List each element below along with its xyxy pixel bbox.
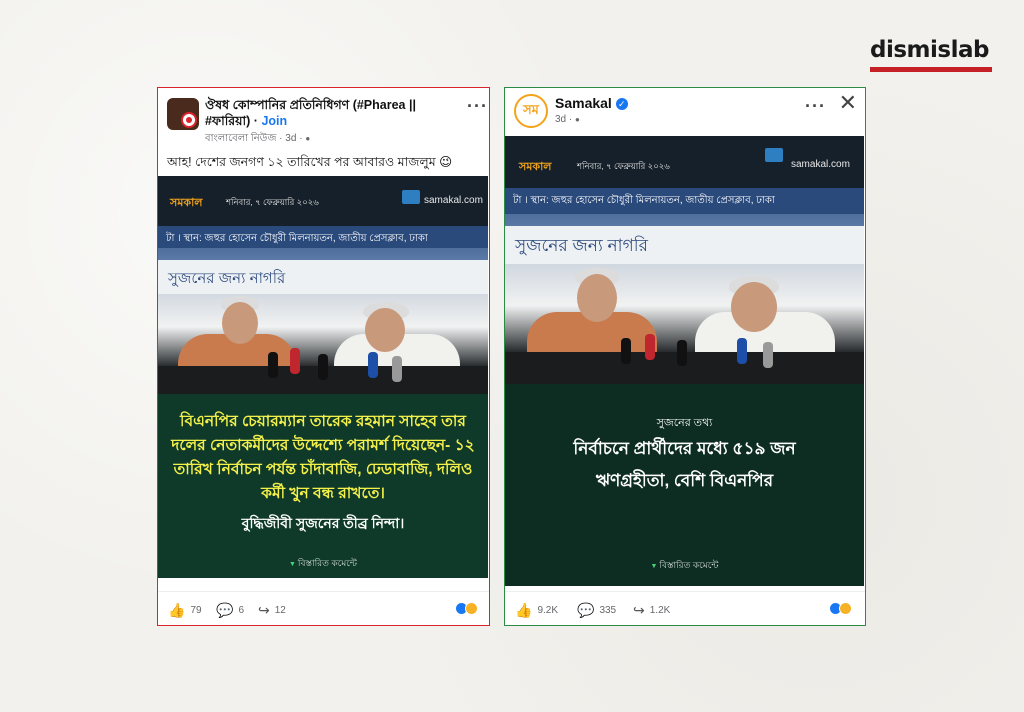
- group-name[interactable]: ঔষধ কোম্পানির প্রতিনিধিগণ (#Pharea || #ফ…: [205, 97, 455, 129]
- reaction-emojis[interactable]: [829, 602, 852, 615]
- microphone: [621, 338, 631, 364]
- reaction-bar: 👍 9.2K 💬 335 ↪ 1.2K: [505, 591, 865, 625]
- close-icon[interactable]: ✕: [839, 90, 857, 116]
- image-site: samakal.com: [424, 195, 483, 206]
- banner-title: সুজনের জন্য নাগরি: [158, 260, 488, 294]
- page-name[interactable]: Samakal ✓: [555, 95, 628, 111]
- post-time[interactable]: 3d: [285, 133, 296, 144]
- comment-button[interactable]: 💬 6: [216, 602, 244, 619]
- page-name-text[interactable]: Samakal: [555, 95, 612, 111]
- like-count: 9.2K: [537, 605, 559, 616]
- logo-text: dismislab: [870, 37, 989, 63]
- post-header: ঔষধ কোম্পানির প্রতিনিধিগণ (#Pharea || #ফ…: [158, 88, 489, 148]
- image-header-band: সমকাল শনিবার, ৭ ফেব্রুয়ারি ২০২৬ samakal…: [158, 176, 488, 226]
- globe-icon: ●: [305, 134, 311, 143]
- group-name-text[interactable]: ঔষধ কোম্পানির প্রতিনিধিগণ (#Pharea || #ফ…: [205, 98, 416, 128]
- samakal-brand: সমকাল: [170, 197, 203, 209]
- press-photo: টা । স্থান: জহুর হোসেন চৌধুরী মিলনায়তন,…: [505, 188, 864, 388]
- image-date: শনিবার, ৭ ফেব্রুয়ারি ২০২৬: [226, 197, 319, 207]
- headline-line-2: ঋণগ্রহীতা, বেশি বিএনপির: [595, 471, 774, 490]
- person-right-head: [365, 308, 405, 352]
- share-button[interactable]: ↪ 1.2K: [633, 602, 670, 619]
- reaction-emojis[interactable]: [455, 602, 478, 615]
- press-photo: টা । স্থান: জহুর হোসেন চৌধুরী মিলনায়তন,…: [158, 226, 488, 398]
- globe-icon: ●: [575, 115, 580, 124]
- verified-badge-icon: ✓: [615, 98, 628, 110]
- post-header: সম Samakal ✓ 3d · ● ··· ✕: [505, 88, 865, 134]
- image-header-band: সমকাল শনিবার, ৭ ফেব্রুয়ারি ২০২৬ samakal…: [505, 136, 864, 188]
- samakal-avatar[interactable]: সম: [514, 94, 548, 128]
- more-dots-icon[interactable]: ···: [467, 96, 488, 117]
- haha-reaction-icon: [465, 602, 478, 615]
- share-icon: ↪: [258, 602, 270, 618]
- haha-reaction-icon: [839, 602, 852, 615]
- like-icon: 👍: [168, 602, 186, 618]
- post-image[interactable]: সমকাল শনিবার, ৭ ফেব্রুয়ারি ২০২৬ samakal…: [158, 176, 488, 578]
- share-count: 1.2K: [649, 605, 671, 616]
- site-icon: [402, 190, 420, 204]
- comment-count: 6: [238, 605, 244, 616]
- post-image[interactable]: সমকাল শনিবার, ৭ ফেব্রুয়ারি ২০২৬ samakal…: [505, 136, 864, 586]
- quote-subline: বুদ্ধিজীবী সুজনের তীব্র নিন্দা।: [241, 515, 405, 531]
- join-button[interactable]: Join: [261, 114, 287, 128]
- microphone: [677, 340, 687, 366]
- post-time[interactable]: 3d: [555, 114, 566, 125]
- banner-title: সুজনের জন্য নাগরি: [505, 226, 864, 264]
- site-icon: [765, 148, 783, 162]
- like-count: 79: [190, 605, 202, 616]
- microphone: [268, 352, 278, 378]
- person-right-head: [731, 282, 777, 332]
- group-avatar[interactable]: [167, 98, 199, 130]
- microphone: [290, 348, 300, 374]
- venue-banner: টা । স্থান: জহুর হোসেন চৌধুরী মিলনায়তন,…: [505, 188, 864, 214]
- detail-note: বিস্তারিত কমেন্টে: [505, 558, 864, 573]
- facebook-post-left: ঔষধ কোম্পানির প্রতিনিধিগণ (#Pharea || #ফ…: [157, 87, 490, 626]
- detail-note: বিস্তারিত কমেন্টে: [158, 556, 488, 571]
- post-meta: 3d · ●: [555, 114, 580, 125]
- facebook-post-right: সম Samakal ✓ 3d · ● ··· ✕ সমকাল শনিবার, …: [504, 87, 866, 626]
- separator: ·: [250, 114, 262, 128]
- image-date: শনিবার, ৭ ফেব্রুয়ারি ২০২৬: [577, 161, 670, 171]
- microphone: [318, 354, 328, 380]
- venue-banner: টা । স্থান: জহুর হোসেন চৌধুরী মিলনায়তন,…: [158, 226, 488, 248]
- quote-text: বিএনপির চেয়ারম্যান তারেক রহমান সাহেব তা…: [171, 413, 475, 502]
- headline-line-1: নির্বাচনে প্রার্থীদের মধ্যে ৫১৯ জন: [573, 439, 796, 458]
- post-caption: আহ! দেশের জনগণ ১২ তারিখের পর আবারও মাজলু…: [167, 155, 453, 169]
- microphone: [737, 338, 747, 364]
- microphone: [368, 352, 378, 378]
- headline-kicker: সুজনের তথ্য: [656, 417, 713, 429]
- microphone: [392, 356, 402, 382]
- reaction-bar: 👍 79 💬 6 ↪ 12: [158, 591, 489, 625]
- share-button[interactable]: ↪ 12: [258, 602, 286, 619]
- author-name[interactable]: বাংলাবেলা নিউজ: [205, 133, 276, 144]
- post-meta: বাংলাবেলা নিউজ · 3d · ●: [205, 133, 311, 144]
- comment-count: 335: [599, 605, 617, 616]
- comment-button[interactable]: 💬 335: [577, 602, 616, 619]
- microphone: [763, 342, 773, 368]
- like-button[interactable]: 👍 9.2K: [515, 602, 558, 619]
- logo-underline: [870, 67, 992, 72]
- dismislab-logo: dismislab: [870, 36, 994, 72]
- more-dots-icon[interactable]: ···: [805, 96, 826, 117]
- samakal-brand: সমকাল: [519, 161, 552, 173]
- quote-panel: বিএনপির চেয়ারম্যান তারেক রহমান সাহেব তা…: [158, 394, 488, 578]
- share-icon: ↪: [633, 602, 645, 618]
- headline-panel: সুজনের তথ্য নির্বাচনে প্রার্থীদের মধ্যে …: [505, 384, 864, 586]
- like-button[interactable]: 👍 79: [168, 602, 202, 619]
- image-site: samakal.com: [791, 159, 850, 170]
- share-count: 12: [274, 605, 286, 616]
- like-icon: 👍: [515, 602, 533, 618]
- microphone: [645, 334, 655, 360]
- comment-icon: 💬: [216, 602, 234, 618]
- person-left-head: [577, 274, 617, 322]
- comment-icon: 💬: [577, 602, 595, 618]
- person-left-head: [222, 302, 258, 344]
